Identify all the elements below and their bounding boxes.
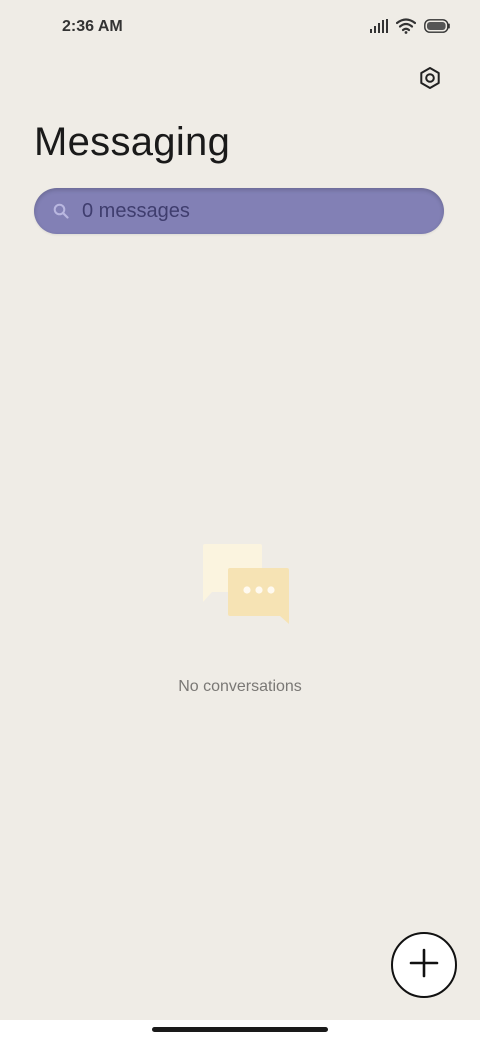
- page-title: Messaging: [34, 120, 231, 164]
- status-bar: 2:36 AM: [0, 0, 480, 56]
- home-indicator[interactable]: [152, 1027, 328, 1032]
- wifi-icon: [395, 18, 417, 39]
- chat-bubbles-icon: [0, 540, 480, 630]
- signal-icon: [370, 19, 388, 38]
- new-conversation-button[interactable]: [391, 932, 457, 998]
- search-bar[interactable]: [34, 188, 444, 234]
- empty-state-text: No conversations: [178, 678, 302, 695]
- search-input[interactable]: [82, 199, 402, 223]
- empty-state: No conversations: [0, 540, 480, 696]
- status-icons: [370, 18, 450, 39]
- status-time: 2:36 AM: [62, 18, 123, 35]
- navigation-bar: [0, 1020, 480, 1040]
- settings-button[interactable]: [416, 66, 444, 94]
- plus-icon: [409, 948, 439, 983]
- settings-hexagon-icon: [418, 66, 442, 95]
- search-icon: [52, 202, 70, 220]
- battery-icon: [424, 19, 450, 38]
